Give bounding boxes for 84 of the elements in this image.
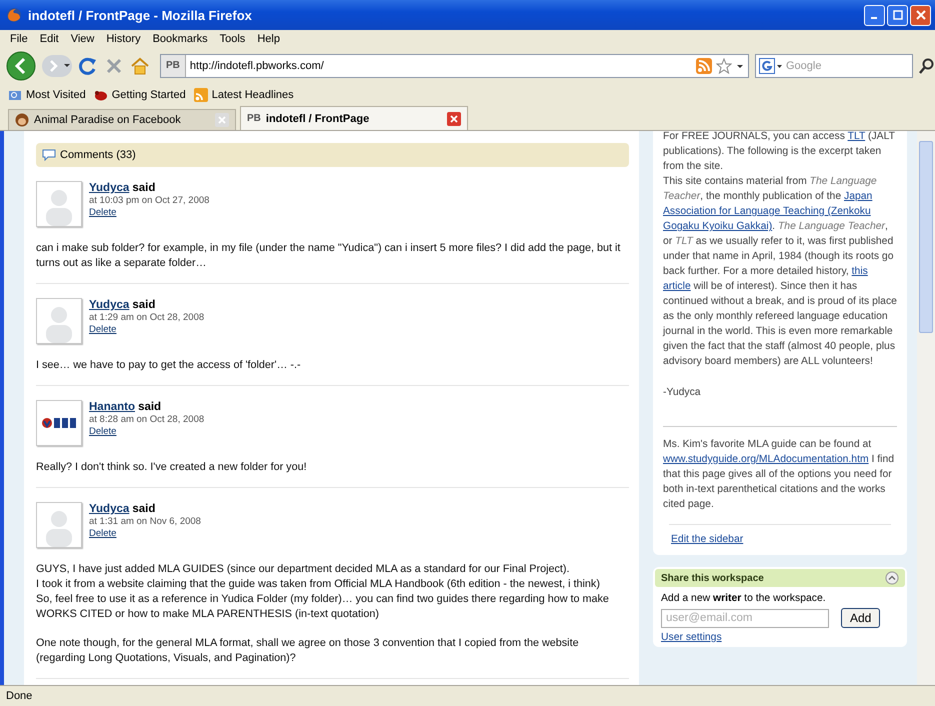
user-settings-link[interactable]: User settings	[661, 632, 722, 643]
link[interactable]: Gogaku Kyoiku Gakkai)	[663, 221, 772, 232]
back-button[interactable]	[6, 51, 36, 81]
status-text: Done	[6, 690, 32, 702]
comment-text: can i make sub folder? for example, in my file (under the name "Yudica") can i insert 5 more files? I did add the page, but it turns out as like a separate folder…	[36, 241, 622, 271]
tab-label: Animal Paradise on Facebook	[34, 114, 182, 126]
close-button[interactable]	[910, 4, 931, 26]
comment-text: Really? I don't think so. I've created a new folder for you!	[36, 460, 308, 475]
url-text: http://indotefl.pbworks.com/	[190, 60, 325, 72]
share-title: Share this workspace	[661, 572, 764, 584]
comment-text: GUYS, I have just added MLA GUIDES (since our department decided MLA as a standard for our Final Project). I took it from a website claiming that the guide was taken from Official MLA Handbook (6th edition - the newest, i think) So, feel free to use it as a reference in Yudica Folder (my folder)… you can find two guides there regarding how to make WORKS CITED or how to make MLA PARENTHESIS (in-text quotation)	[36, 562, 610, 622]
minimize-icon	[870, 17, 876, 19]
speech-bubble-icon	[42, 149, 56, 161]
menu-item[interactable]: Tools	[216, 33, 250, 45]
bookmark-item[interactable]: Latest Headlines	[194, 88, 294, 102]
bookmark-item[interactable]: Getting Started	[94, 88, 186, 102]
link[interactable]: TLT	[848, 131, 866, 142]
menu-item[interactable]: View	[66, 33, 98, 45]
said-label: said	[138, 401, 162, 413]
comment-text: One note though, for the general MLA format, shall we agree on those 3 convention that I copied from the website (regarding Long Quotations, Visuals, and Pagination)?	[36, 636, 580, 666]
menu-item[interactable]: Edit	[36, 33, 63, 45]
menu-item[interactable]: Help	[253, 33, 284, 45]
comment-time: at 1:31 am on Nov 6, 2008	[89, 516, 201, 527]
author-link[interactable]: Yudyca	[89, 182, 130, 194]
edit-sidebar-link[interactable]: Edit the sidebar	[671, 534, 744, 545]
feed-icon	[194, 88, 208, 102]
link[interactable]: Association for Language Teaching (Zenkoku	[663, 206, 871, 217]
link[interactable]: www.studyguide.org/MLAdocumentation.htm	[663, 454, 869, 465]
menu-item[interactable]: Bookmarks	[148, 33, 212, 45]
close-icon	[916, 10, 926, 20]
browser-tab[interactable]: Animal Paradise on Facebook	[8, 109, 236, 130]
menu-item[interactable]: History	[102, 33, 145, 45]
search-icon[interactable]	[919, 58, 935, 74]
bug-icon	[94, 88, 108, 102]
window-title: indotefl / FrontPage - Mozilla Firefox	[28, 8, 253, 22]
said-label: said	[132, 182, 156, 194]
browser-logo-icon	[6, 7, 22, 23]
comment-text: I see… we have to pay to get the access of 'folder'… -.-	[36, 358, 302, 373]
search-engine-icon[interactable]	[759, 58, 783, 74]
maximize-button[interactable]	[887, 4, 908, 26]
bookmark-item[interactable]: Most Visited	[8, 88, 86, 102]
comment-time: at 10:03 pm on Oct 27, 2008	[89, 195, 210, 206]
maximize-icon	[892, 10, 902, 20]
link[interactable]: article	[663, 281, 691, 292]
browser-tab[interactable]: PB indotefl / FrontPage	[240, 106, 468, 130]
author-link[interactable]: Yudyca	[89, 503, 130, 515]
sidebar-text: For FREE JOURNALS, you can access TLT (JALT publications). The following is the excerpt taken from the site.	[663, 131, 896, 174]
site-label: PB	[247, 113, 261, 124]
comment-time: at 1:29 am on Oct 28, 2008	[89, 312, 204, 323]
star-icon[interactable]	[716, 58, 732, 74]
search-box[interactable]: Google	[755, 54, 913, 78]
logo-icon	[42, 418, 76, 428]
home-icon[interactable]	[130, 56, 150, 76]
scrollbar[interactable]	[917, 131, 935, 685]
author-link[interactable]: Yudyca	[89, 299, 130, 311]
dropdown-icon[interactable]	[736, 62, 744, 70]
delete-link[interactable]: Delete	[89, 207, 116, 218]
tab-label: indotefl / FrontPage	[266, 112, 370, 124]
sidebar-text: This site contains material from The Language Teacher, the monthly publication of the Japan Association for Language Teaching (Zenkoku Gogaku Kyoiku Gakkai). The Language Teacher, or TLT as we usually refer to it, was first published under that name in April, 1984 (though its roots go back further. For a more detailed history, this article will be of interest). Since then it has continued without a break, and is proud of its place as the only monthly refereed language education journal in the world. This is even more remarkable given the fact that the staff (almost 40 people, plus advisory board members) are ALL volunteers!	[663, 175, 897, 369]
site-label: PB	[161, 55, 186, 77]
collapse-icon[interactable]	[885, 571, 899, 585]
add-button[interactable]: Add	[841, 608, 880, 628]
sidebar-text: -Yudyca	[663, 386, 702, 400]
said-label: said	[132, 503, 156, 515]
said-label: said	[132, 299, 156, 311]
folder-icon	[8, 88, 22, 102]
close-icon[interactable]	[447, 112, 461, 126]
sidebar-text: Ms. Kim's favorite MLA guide can be found at www.studyguide.org/MLAdocumentation.htm I find that this page gives all of the options you need for both in-text parenthetical citations and the works cited page.	[663, 438, 896, 512]
monkey-icon	[15, 113, 29, 127]
author-link[interactable]: Hananto	[89, 401, 135, 413]
delete-link[interactable]: Delete	[89, 426, 116, 437]
link[interactable]: this	[852, 266, 868, 277]
comment-time: at 8:28 am on Oct 28, 2008	[89, 414, 204, 425]
delete-link[interactable]: Delete	[89, 528, 116, 539]
share-prompt: Add a new writer to the workspace.	[661, 593, 826, 604]
menu-item[interactable]: File	[6, 33, 32, 45]
reload-icon[interactable]	[78, 56, 98, 76]
comments-count: Comments (33)	[60, 149, 136, 161]
minimize-button[interactable]	[864, 4, 885, 26]
feed-icon[interactable]	[696, 58, 712, 74]
email-field[interactable]: user@email.com	[661, 608, 829, 628]
address-bar[interactable]: PB http://indotefl.pbworks.com/	[160, 54, 749, 78]
delete-link[interactable]: Delete	[89, 324, 116, 335]
link[interactable]: Japan	[844, 191, 872, 202]
